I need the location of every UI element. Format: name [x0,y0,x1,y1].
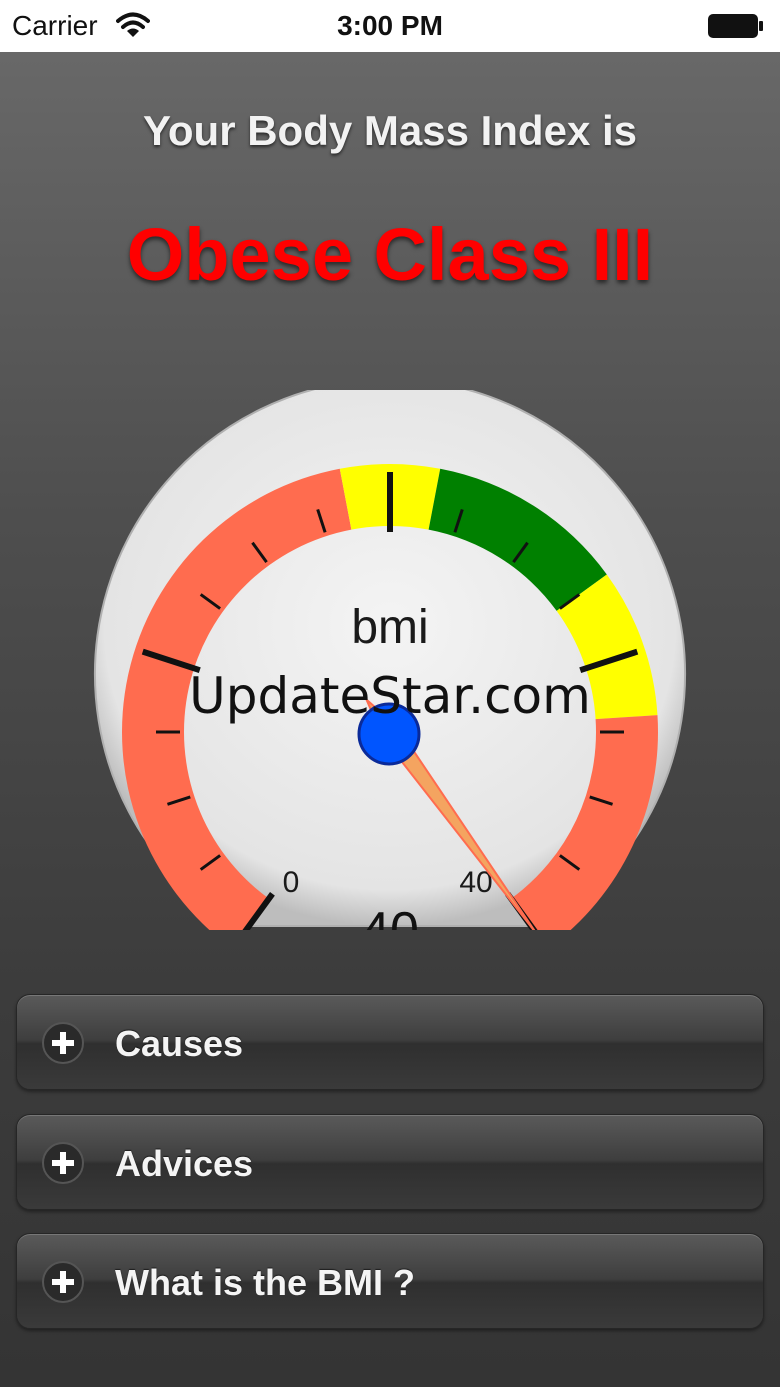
causes-section[interactable]: Causes [16,994,764,1090]
causes-label: Causes [115,1023,244,1064]
status-time: 3:00 PM [337,10,443,41]
gauge-min-label: 0 [283,866,300,899]
plus-icon [42,1142,84,1184]
what-is-bmi-section[interactable]: What is the BMI ? [16,1233,764,1329]
advices-section[interactable]: Advices [16,1114,764,1210]
battery-icon [708,14,763,38]
result-heading: Your Body Mass Index is [142,107,637,154]
bmi-gauge: bmi 0 40 40 [94,390,686,930]
status-bar: Carrier 3:00 PM [0,0,780,52]
plus-icon [42,1261,84,1303]
gauge-value-label: 40 [361,902,419,930]
gauge-hub [357,702,421,766]
gauge-title: bmi [351,601,428,654]
advices-label: Advices [115,1143,254,1184]
what-is-bmi-label: What is the BMI ? [115,1262,415,1303]
bmi-result-screen: Your Body Mass Index is Obese Class III … [0,52,780,1387]
plus-icon [42,1022,84,1064]
bmi-category: Obese Class III [126,213,654,296]
